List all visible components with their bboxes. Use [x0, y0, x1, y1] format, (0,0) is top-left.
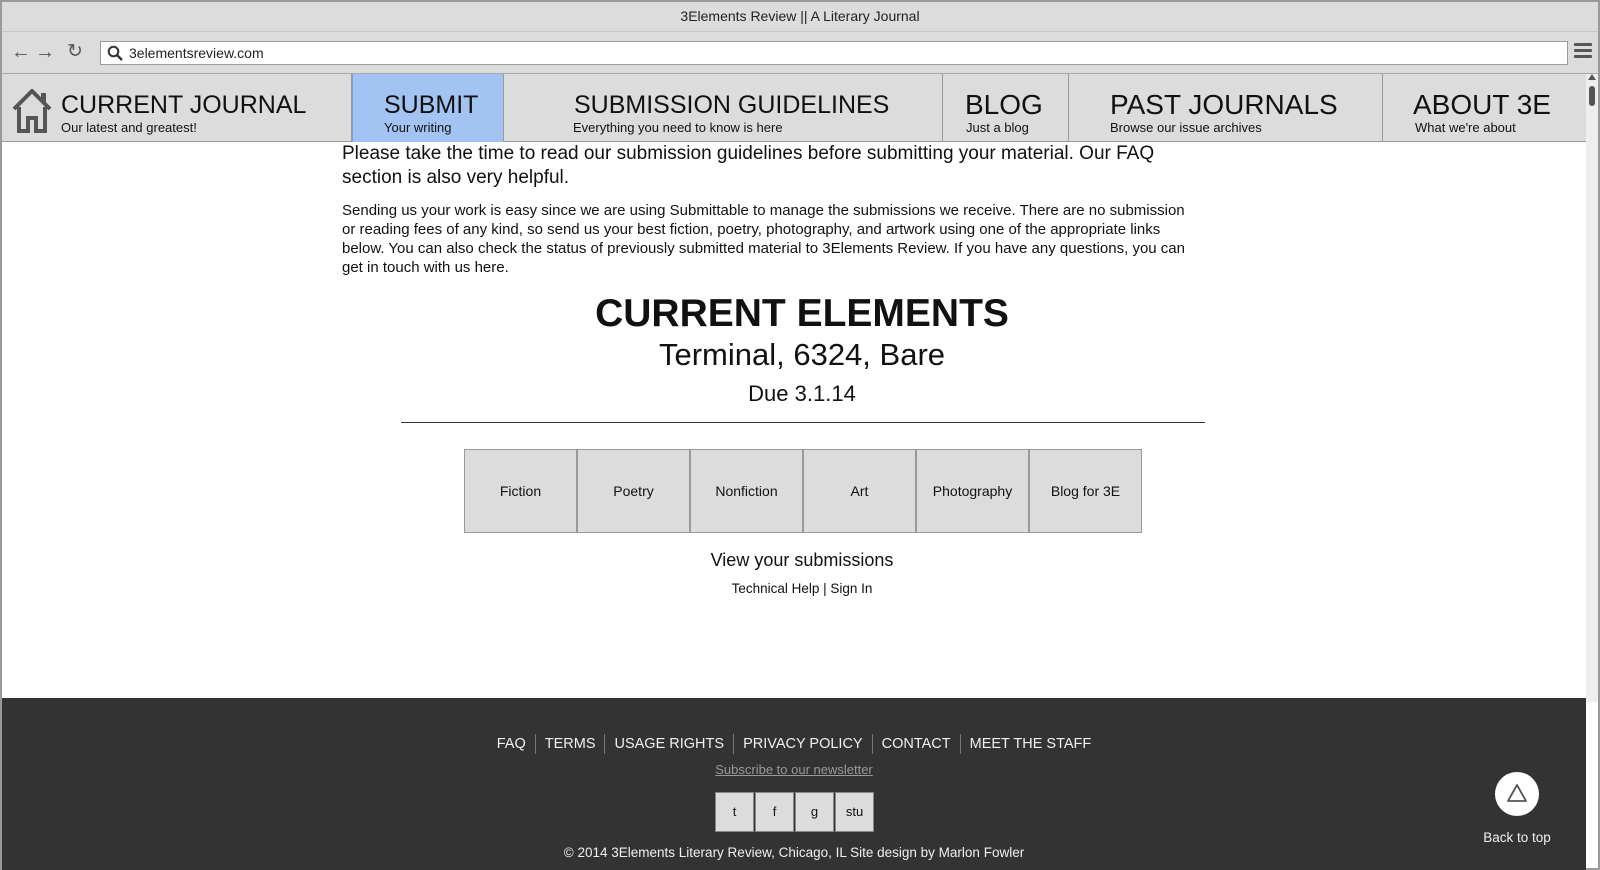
poetry-button[interactable]: Poetry [577, 449, 690, 533]
up-triangle-icon [1507, 784, 1527, 802]
nonfiction-button[interactable]: Nonfiction [690, 449, 803, 533]
social-twitter-button[interactable]: t [715, 792, 754, 832]
current-elements-words: Terminal, 6324, Bare [658, 337, 946, 372]
scroll-up-arrow-icon[interactable] [1588, 74, 1596, 80]
home-icon [12, 89, 52, 133]
reload-icon[interactable]: ↻ [64, 41, 86, 63]
social-google-button[interactable]: g [795, 792, 834, 832]
help-signin-links[interactable]: Technical Help | Sign In [2, 580, 1600, 598]
photography-button[interactable]: Photography [916, 449, 1029, 533]
nav-sublabel: Just a blog [966, 120, 1029, 135]
browser-window: 3Elements Review || A Literary Journal ←… [0, 0, 1600, 870]
back-arrow-icon[interactable]: ← [10, 41, 32, 63]
blog-for-3e-button[interactable]: Blog for 3E [1029, 449, 1142, 533]
current-elements-heading: CURRENT ELEMENTS [595, 292, 1009, 335]
nav-submission-guidelines[interactable]: SUBMISSION GUIDELINES Everything you nee… [504, 74, 943, 142]
nav-label: ABOUT 3E [1413, 89, 1551, 120]
nav-sublabel: Our latest and greatest! [61, 120, 197, 135]
footer-links: FAQ TERMS USAGE RIGHTS PRIVACY POLICY CONTAC… [2, 734, 1586, 754]
copyright: © 2014 3Elements Literary Review, Chicag… [563, 845, 1025, 860]
scrollbar-thumb[interactable] [1589, 86, 1595, 106]
fiction-button[interactable]: Fiction [464, 449, 577, 533]
view-submissions-link[interactable]: View your submissions [2, 549, 1600, 571]
footer-link-faq[interactable]: FAQ [488, 734, 535, 754]
due-date: Due 3.1.14 [748, 381, 856, 406]
nav-sublabel: Everything you need to know is here [573, 120, 783, 135]
footer-link-contact[interactable]: CONTACT [871, 734, 960, 754]
social-facebook-button[interactable]: f [755, 792, 794, 832]
hamburger-menu-icon[interactable] [1574, 43, 1592, 61]
back-to-top-button[interactable] [1495, 772, 1539, 816]
art-button[interactable]: Art [803, 449, 916, 533]
nav-blog[interactable]: BLOG Just a blog [943, 74, 1069, 142]
footer: FAQ TERMS USAGE RIGHTS PRIVACY POLICY CONTAC… [2, 698, 1586, 870]
window-title: 3Elements Review || A Literary Journal [2, 2, 1598, 32]
submit-intro: Please take the time to read our submiss… [342, 142, 1202, 277]
search-icon [107, 45, 123, 61]
footer-link-meet-the-staff[interactable]: MEET THE STAFF [959, 734, 1101, 754]
nav-label: CURRENT JOURNAL [61, 91, 307, 119]
site-navigation: CURRENT JOURNAL Our latest and greatest!… [2, 74, 1586, 142]
nav-sublabel: Your writing [384, 120, 452, 135]
intro-body: Sending us your work is easy since we ar… [342, 202, 1185, 276]
nav-label: SUBMIT [384, 91, 479, 119]
nav-label: SUBMISSION GUIDELINES [574, 91, 890, 119]
nav-past-journals[interactable]: PAST JOURNALS Browse our issue archives [1069, 74, 1383, 142]
nav-current-journal[interactable]: CURRENT JOURNAL Our latest and greatest! [2, 74, 352, 142]
browser-toolbar: ← → ↻ 3elementsreview.com [2, 32, 1598, 74]
nav-label: BLOG [965, 89, 1043, 120]
nav-sublabel: What we're about [1415, 120, 1516, 135]
url-text: 3elementsreview.com [129, 45, 264, 61]
nav-about-3e[interactable]: ABOUT 3E What we're about [1383, 74, 1586, 142]
footer-link-usage-rights[interactable]: USAGE RIGHTS [604, 734, 733, 754]
footer-link-terms[interactable]: TERMS [534, 734, 605, 754]
divider [401, 422, 1205, 423]
footer-link-privacy-policy[interactable]: PRIVACY POLICY [733, 734, 872, 754]
address-bar[interactable]: 3elementsreview.com [100, 41, 1568, 65]
intro-lead: Please take the time to read our submiss… [342, 143, 1155, 188]
social-stumbleupon-button[interactable]: stu [835, 792, 874, 832]
newsletter-link[interactable]: Subscribe to our newsletter [2, 762, 1586, 777]
nav-submit[interactable]: SUBMIT Your writing [352, 74, 504, 142]
nav-label: PAST JOURNALS [1110, 89, 1338, 120]
forward-arrow-icon[interactable]: → [34, 41, 56, 63]
nav-sublabel: Browse our issue archives [1110, 120, 1262, 135]
back-to-top-label: Back to top [1483, 830, 1551, 845]
